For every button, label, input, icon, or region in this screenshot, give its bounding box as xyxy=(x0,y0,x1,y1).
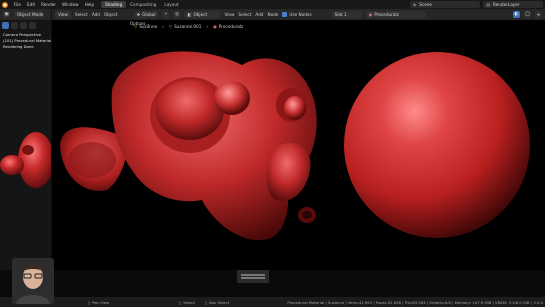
menu-view[interactable]: View xyxy=(55,11,71,18)
menu-select[interactable]: Select xyxy=(75,12,88,17)
menu-add[interactable]: Add xyxy=(92,12,100,17)
mouse-icon: ▯ xyxy=(179,299,182,305)
menu-help[interactable]: Help xyxy=(82,2,98,7)
options-button[interactable]: Options ⌄ xyxy=(130,21,150,26)
render-preview-pane[interactable]: Camera Perspective (101) Procedural Mate… xyxy=(0,20,52,270)
orientation-icon: ✥ xyxy=(136,12,141,17)
material-crumb-icon: ● xyxy=(213,23,217,29)
editor-type-icon[interactable]: ▣ xyxy=(3,11,10,18)
breadcrumb-separator-icon: › xyxy=(162,23,164,29)
object-mode-label: Object xyxy=(193,12,208,17)
slot-label: Slot 1 xyxy=(334,12,347,17)
menu-edit[interactable]: Edit xyxy=(24,2,38,7)
handle-grip-line xyxy=(241,274,265,276)
material-name: Proceduralz xyxy=(374,12,399,17)
scene-stats: Procedural Material | Suzanne | Verts:41… xyxy=(287,299,543,305)
use-nodes-toggle[interactable]: Use Nodes xyxy=(282,12,312,17)
object-mode-icon: ◧ xyxy=(187,12,192,17)
rendered-scene xyxy=(60,51,530,241)
status-left: Pan View xyxy=(92,299,110,305)
timeline-area[interactable] xyxy=(0,270,545,297)
menu-node[interactable]: Node xyxy=(267,12,278,17)
breadcrumb-separator-icon: › xyxy=(206,23,209,29)
breadcrumb-mesh-label: Suzanne.001 xyxy=(174,23,202,29)
material-icon: ● xyxy=(368,12,373,17)
status-select: Select xyxy=(183,299,195,305)
top-bar: ● File Edit Render Window Help Shading C… xyxy=(0,0,545,9)
tab-shading[interactable]: Shading xyxy=(101,1,127,8)
handle-grip-line xyxy=(241,277,265,279)
menu-file[interactable]: File xyxy=(11,2,24,7)
status-box-select: Box Select xyxy=(209,299,230,305)
mesh-icon: ▽ xyxy=(168,23,173,29)
area-resize-handle[interactable] xyxy=(237,270,269,283)
node-editor-header: View Select Add Object ✥ Global ⌁ ◎ ◧ Ob… xyxy=(52,9,545,20)
menu-select-2[interactable]: Select xyxy=(238,12,251,17)
mouse-icon: ▯ xyxy=(204,299,208,305)
tab-compositing[interactable]: Compositing xyxy=(126,1,160,8)
presenter-image xyxy=(12,258,54,304)
snap-icon[interactable]: ⌁ xyxy=(162,11,170,18)
tab-layout[interactable]: Layout xyxy=(160,1,182,8)
breadcrumb-item-material[interactable]: ● Proceduralz xyxy=(213,24,243,29)
scene-icon: ◈ xyxy=(413,2,417,7)
webcam-avatar xyxy=(12,258,54,304)
blender-logo-icon[interactable]: ● xyxy=(2,1,8,8)
mode-dropdown-label: Object Mode xyxy=(17,12,44,17)
blender-window: ● File Edit Render Window Help Shading C… xyxy=(0,0,545,307)
menu-view-2[interactable]: View xyxy=(224,12,234,17)
node-editor-viewport[interactable] xyxy=(52,20,545,270)
menu-window[interactable]: Window xyxy=(59,2,82,7)
render-thumbnail xyxy=(0,132,51,188)
breadcrumb: ▽ Suzanne › ▽ Suzanne.001 › ● Procedural… xyxy=(52,20,545,32)
proportional-icon[interactable]: ◎ xyxy=(173,11,181,18)
use-nodes-label: Use Nodes xyxy=(289,12,312,17)
viewlayer-icon: ▤ xyxy=(486,2,490,7)
menu-object[interactable]: Object xyxy=(104,12,118,17)
status-bar: ▯ Pan View ▯ Select ▯ Box Select Procedu… xyxy=(0,297,545,307)
chevron-down-icon: ⌄ xyxy=(146,21,151,26)
breadcrumb-material-label: Proceduralz xyxy=(218,23,244,29)
slot-dropdown[interactable]: Slot 1 xyxy=(331,11,362,18)
pin-icon[interactable]: ⌖ xyxy=(535,11,542,18)
mode-dropdown[interactable]: Object Mode xyxy=(14,11,44,18)
suzanne-object xyxy=(60,51,317,241)
options-label: Options xyxy=(130,21,146,26)
orientation-label: Global xyxy=(142,12,156,17)
breadcrumb-item-mesh[interactable]: ▽ Suzanne.001 xyxy=(169,24,202,29)
use-nodes-checkbox-icon xyxy=(282,12,288,17)
scene-name: Scene xyxy=(419,2,433,7)
object-mode-dropdown[interactable]: ◧ Object xyxy=(184,11,221,18)
viewlayer-selector[interactable]: ▤ RenderLayer xyxy=(483,1,543,8)
orientation-dropdown[interactable]: ✥ Global xyxy=(133,11,159,18)
sphere-object xyxy=(344,52,530,238)
menu-add-2[interactable]: Add xyxy=(255,12,263,17)
viewlayer-name: RenderLayer xyxy=(492,2,520,7)
menu-render[interactable]: Render xyxy=(38,2,59,7)
scene-selector[interactable]: ◈ Scene xyxy=(410,1,480,8)
mouse-icon: ▯ xyxy=(88,299,91,305)
overlay-icon[interactable]: ◯ xyxy=(524,11,531,18)
left-editor-header: ▣ Object Mode xyxy=(0,9,52,20)
viewport-shading-icon[interactable]: ◐ xyxy=(513,11,520,18)
material-selector[interactable]: ● Proceduralz xyxy=(365,11,426,18)
